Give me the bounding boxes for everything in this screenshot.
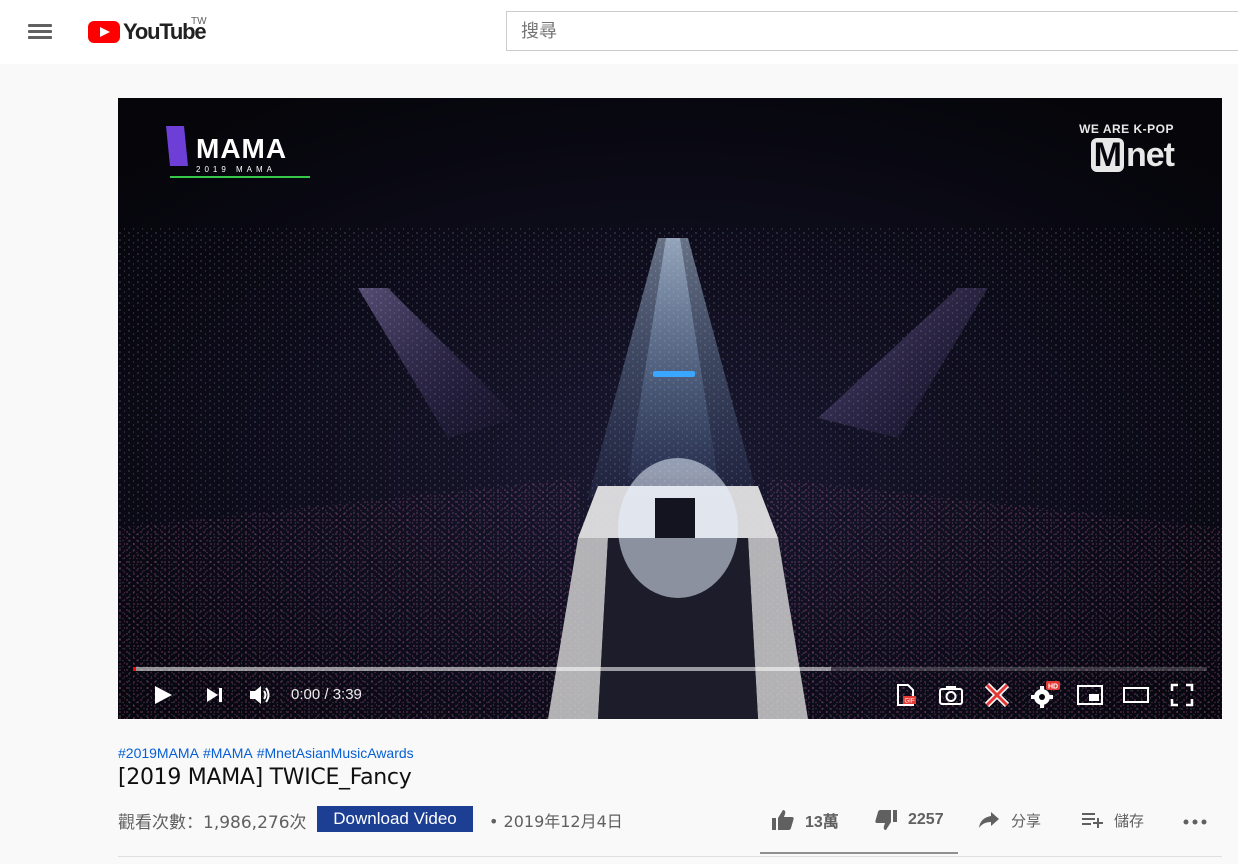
dislike-button[interactable]: 2257 [874,808,944,832]
search-box [506,11,1238,51]
save-label: 儲存 [1114,811,1145,830]
like-dislike-sentiment-bar [760,852,958,854]
extension-x-icon[interactable] [984,682,1010,708]
search-input[interactable] [507,12,1238,50]
add-to-playlist-icon [1082,813,1103,828]
gif-icon[interactable]: GIF [894,683,918,707]
youtube-play-logo-icon [88,21,120,43]
youtube-logo[interactable]: YouTube [88,18,207,46]
progress-loaded [133,667,832,671]
play-icon[interactable] [152,684,174,706]
more-horizontal-icon [1183,819,1207,825]
player-controls: 0:00 / 3:39 GIF HD [118,674,1222,718]
masthead: YouTube TW [0,0,1238,64]
thumbs-down-icon [875,810,897,830]
view-count: 觀看次數：1,986,276次 [118,813,307,833]
progress-played [133,667,137,671]
mnet-wordmark: Mnet [1079,138,1175,172]
progress-bar[interactable] [133,667,1207,671]
next-icon[interactable] [204,685,226,705]
mnet-slogan: WE ARE K-POP [1079,122,1174,136]
svg-text:GIF: GIF [905,699,915,705]
hashtag-link[interactable]: #MAMA [203,745,253,761]
thumbs-up-icon [772,810,794,830]
hamburger-menu-icon[interactable] [28,21,54,41]
hashtag-list: #2019MAMA #MAMA #MnetAsianMusicAwards [118,745,418,761]
more-actions-button[interactable] [1182,808,1208,832]
share-button[interactable]: 分享 [977,808,1041,832]
region-code: TW [191,16,207,27]
sentiment-fill [760,852,955,854]
mnet-watermark-logo: WE ARE K-POP Mnet [1079,122,1175,172]
upload-date: • 2019年12月4日 [489,812,623,831]
video-title: [2019 MAMA] TWICE_Fancy [118,765,412,790]
hashtag-link[interactable]: #2019MAMA [118,745,199,761]
like-button[interactable]: 13萬 [771,808,839,832]
divider [118,856,1222,857]
fullscreen-icon[interactable] [1170,683,1194,707]
video-player[interactable]: MAMA 2019 MAMA WE ARE K-POP Mnet 0:00 / … [118,98,1222,719]
mama-watermark-logo: MAMA 2019 MAMA [166,126,316,180]
time-display: 0:00 / 3:39 [291,686,362,703]
screenshot-camera-icon[interactable] [938,683,964,707]
save-button[interactable]: 儲存 [1080,808,1144,832]
svg-text:HD: HD [1048,684,1058,691]
hashtag-link[interactable]: #MnetAsianMusicAwards [257,745,414,761]
mama-logo-subtext: 2019 MAMA [196,165,276,174]
volume-icon[interactable] [248,683,274,707]
theater-mode-icon[interactable] [1122,685,1150,705]
miniplayer-icon[interactable] [1076,684,1104,706]
settings-gear-icon[interactable]: HD [1030,681,1062,709]
share-label: 分享 [1011,811,1042,830]
video-frame [118,98,1222,719]
like-count: 13萬 [805,814,839,831]
dislike-count: 2257 [908,811,944,828]
share-arrow-icon [979,812,999,828]
mama-logo-text: MAMA [196,133,287,164]
download-video-button[interactable]: Download Video [317,806,473,832]
